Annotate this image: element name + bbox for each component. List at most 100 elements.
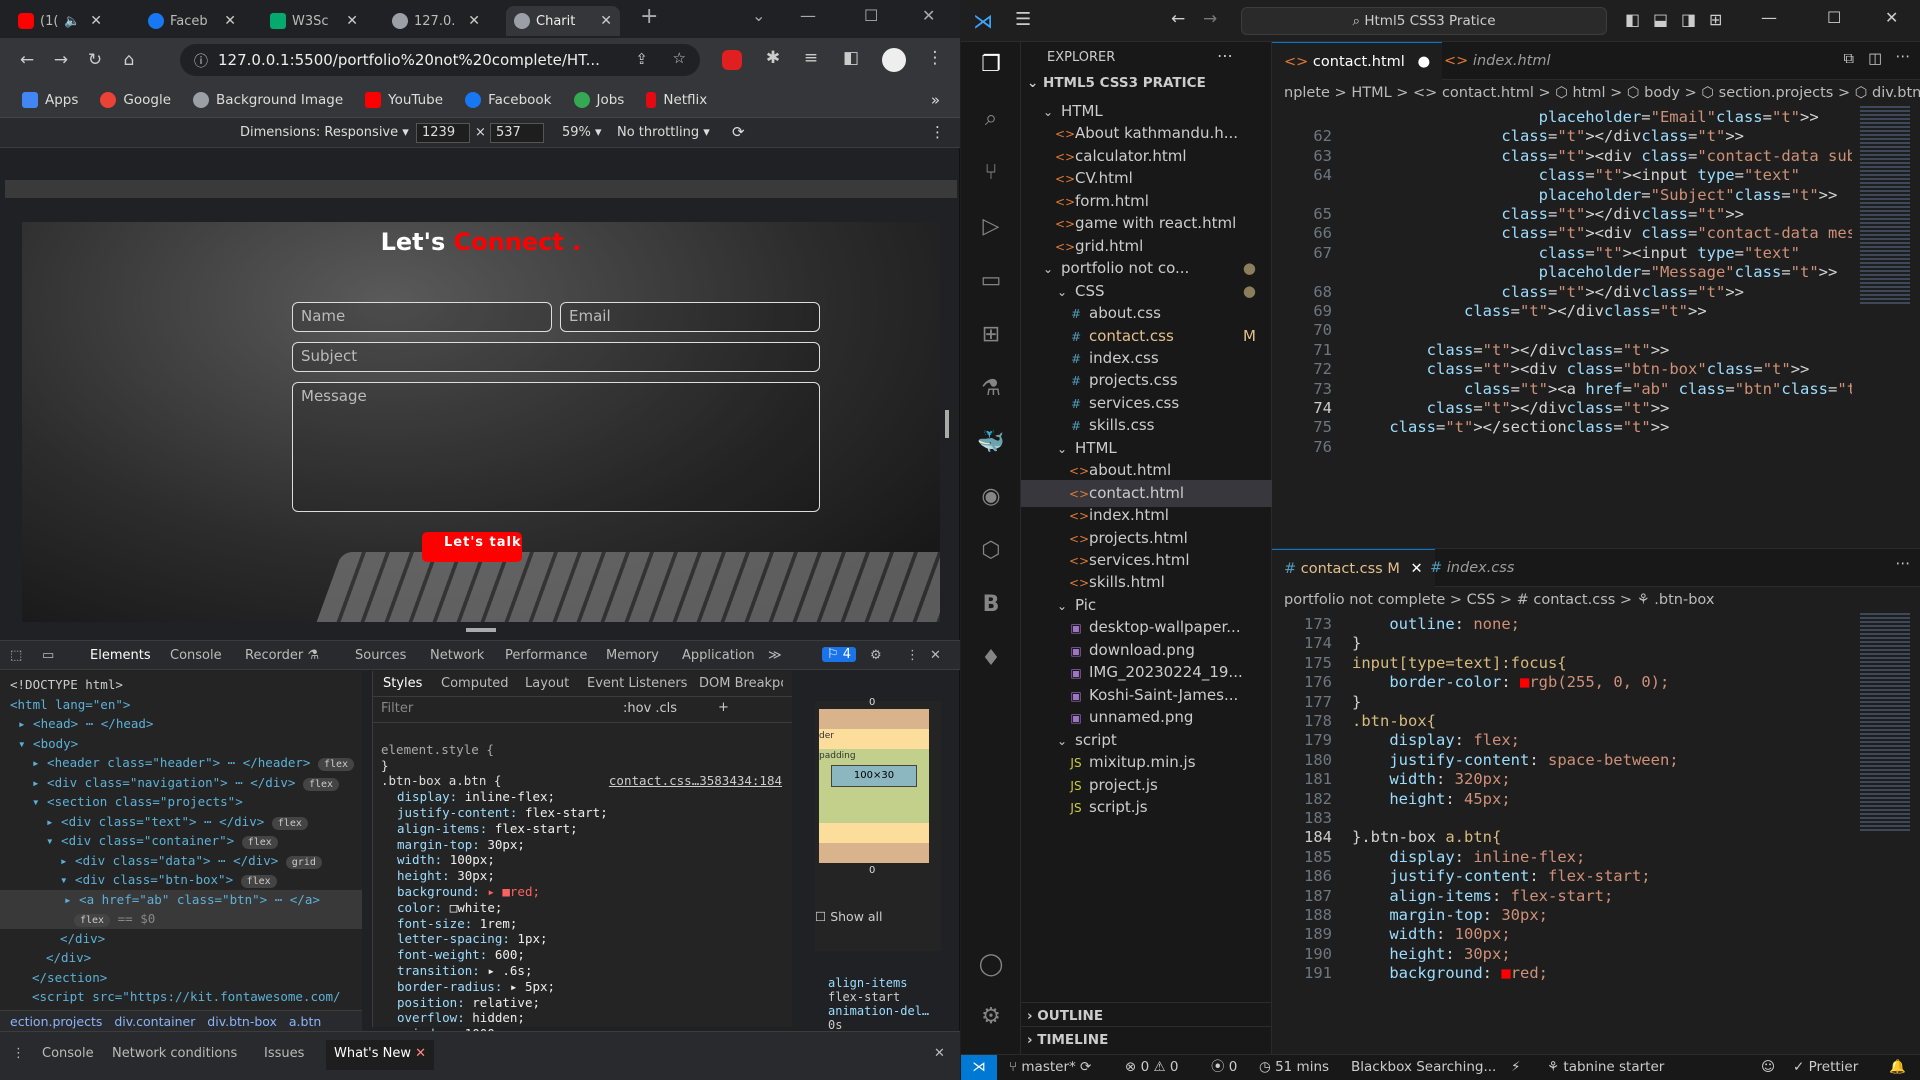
blackbox-status[interactable]: Blackbox Searching... (1351, 1055, 1496, 1079)
code-line[interactable]: 67 class="t"><input type="text" (1272, 242, 1852, 262)
flex-badge[interactable]: flex (241, 836, 278, 849)
computed-prop[interactable]: animation-del… (828, 1004, 948, 1018)
css-prop-value[interactable]: 30px; (457, 868, 495, 883)
code-line[interactable]: 70 (1272, 319, 1852, 339)
css-property-row[interactable]: justify-content: flex-start; (381, 805, 784, 821)
adblock-extension-icon[interactable] (722, 50, 742, 70)
tab-sources[interactable]: Sources (355, 648, 406, 663)
code-line[interactable]: 75 class="t"></sectionclass="t">> (1272, 416, 1852, 436)
css-property-row[interactable]: color: □white; (381, 900, 784, 916)
css-property-row[interactable]: letter-spacing: 1px; (381, 931, 784, 947)
close-drawer-tab-icon[interactable]: ✕ (415, 1046, 426, 1061)
code-line[interactable]: 71 class="t"></divclass="t">> (1272, 339, 1852, 359)
site-info-icon[interactable]: ⓘ (194, 51, 208, 71)
computed-prop[interactable]: align-items (828, 976, 948, 990)
css-prop-name[interactable]: transition: (397, 963, 487, 978)
css-prop-value[interactable]: flex-start; (495, 821, 578, 836)
browser-tab-w3schools[interactable]: W3Sc ✕ (262, 6, 366, 36)
code-line[interactable]: 173 outline: none; (1272, 613, 1852, 633)
device-toggle-icon[interactable]: ▭ (42, 648, 54, 663)
zoom-select[interactable]: 59% ▾ (562, 125, 602, 140)
notifications-bell-icon[interactable]: 🔔 (1889, 1055, 1906, 1079)
address-bar[interactable]: ⓘ 127.0.0.1:5500/portfolio%20not%20compl… (180, 44, 700, 76)
bookmark-google[interactable]: Google (100, 91, 171, 108)
flex-badge[interactable]: flex (317, 758, 355, 771)
bookmark-apps[interactable]: Apps (22, 91, 78, 108)
editor-tab-contact-css[interactable]: # contact.css M ✕ (1272, 549, 1435, 587)
drawer-tab-console[interactable]: Console (42, 1046, 94, 1061)
css-prop-value[interactable]: inline-flex; (465, 789, 555, 804)
css-prop-value[interactable]: relative; (472, 995, 540, 1010)
dom-node[interactable]: ▸ <div class="navigation"> ⋯ </div> flex (10, 773, 362, 793)
css-prop-name[interactable]: background: (397, 884, 487, 899)
tab-styles[interactable]: Styles (383, 676, 422, 691)
browser-tab-localhost[interactable]: 127.0. ✕ (384, 6, 488, 36)
editor-more-icon[interactable]: ⋯ (1896, 49, 1911, 65)
css-property-row[interactable]: margin-top: 30px; (381, 837, 784, 853)
close-tab-icon[interactable]: ✕ (346, 13, 358, 29)
chrome-menu-icon[interactable]: ⋮ (918, 48, 952, 68)
viewport-width-input[interactable]: 1239 (416, 123, 470, 143)
code-line[interactable]: 188 margin-top: 30px; (1272, 904, 1852, 924)
code-line[interactable]: 182 height: 45px; (1272, 788, 1852, 808)
minimap[interactable] (1860, 613, 1910, 833)
toggle-panel-icon[interactable]: ⬓ (1653, 10, 1668, 29)
more-bookmarks-button[interactable]: » (931, 91, 940, 109)
cube-extension-icon[interactable]: ⬡ (976, 538, 1006, 568)
tree-file[interactable]: JS script.js (1021, 794, 1272, 821)
code-line[interactable]: 177} (1272, 691, 1852, 711)
github-icon[interactable]: ◉ (976, 484, 1006, 514)
tab-elements[interactable]: Elements (90, 648, 151, 663)
bookmark-netflix[interactable]: Netflix (646, 91, 707, 108)
media-control-icon[interactable]: ≡ (794, 48, 828, 68)
tab-event-listeners[interactable]: Event Listeners (587, 676, 687, 691)
code-line[interactable]: 178 .btn-box{ (1272, 710, 1852, 730)
filter-input[interactable]: Filter (381, 701, 413, 716)
command-center-search[interactable]: ⌕ Html5 CSS3 Pratice (1241, 7, 1607, 35)
ports-counter[interactable]: ⦿ 0 (1211, 1055, 1237, 1079)
tab-recorder[interactable]: Recorder ⚗ (245, 648, 319, 663)
flex-badge[interactable]: flex (271, 816, 308, 830)
tab-memory[interactable]: Memory (606, 648, 659, 663)
side-panel-icon[interactable]: ◧ (834, 48, 868, 68)
browser-tab-facebook[interactable]: Faceb ✕ (140, 6, 244, 36)
dom-node[interactable]: ▸ <head> ⋯ </head> (10, 714, 362, 734)
code-line[interactable]: 187 align-items: flex-start; (1272, 885, 1852, 905)
close-window-button[interactable]: ✕ (1885, 8, 1898, 27)
css-property-row[interactable]: font-weight: 600; (381, 947, 784, 963)
code-line[interactable]: 62 class="t"></divclass="t">> (1272, 125, 1852, 145)
code-line[interactable]: 74 class="t"></divclass="t">> (1272, 397, 1852, 417)
browser-tab-youtube[interactable]: (1( 🔈 ✕ (10, 6, 110, 36)
code-line[interactable]: 73 class="t"><a href="ab" class="btn"cla… (1272, 378, 1852, 398)
lightning-icon[interactable]: ⚡ (1511, 1055, 1520, 1079)
accounts-icon[interactable]: ◯ (976, 952, 1006, 982)
maximize-button[interactable]: ☐ (864, 6, 878, 25)
settings-gear-icon[interactable]: ⚙ (870, 648, 882, 663)
code-line[interactable]: placeholder="Subject"class="t">> (1272, 184, 1852, 204)
viewport-resize-handle-right[interactable] (945, 410, 949, 438)
css-prop-value[interactable]: 600; (495, 947, 525, 962)
close-devtools-icon[interactable]: ✕ (930, 648, 941, 663)
element-style-selector[interactable]: element.style { (381, 742, 494, 757)
crumb-item[interactable]: div.container (114, 1014, 195, 1029)
css-property-row[interactable]: width: 100px; (381, 852, 784, 868)
viewport-resize-handle-bottom[interactable] (466, 628, 496, 632)
crumb-item[interactable]: a.btn (289, 1014, 321, 1029)
code-line[interactable]: placeholder="Message"class="t">> (1272, 261, 1852, 281)
crumb-item[interactable]: div.btn-box (207, 1014, 277, 1029)
manage-gear-icon[interactable]: ⚙ (976, 1004, 1006, 1034)
code-line[interactable]: 191 background: ■red; (1272, 962, 1852, 982)
bookmark-jobs[interactable]: Jobs (573, 91, 624, 108)
explorer-files-icon[interactable]: ❐ (976, 52, 1006, 82)
drawer-tab-issues[interactable]: Issues (264, 1046, 304, 1061)
code-css[interactable]: 173 outline: none; 174} 175 input[type=text… (1272, 613, 1852, 1055)
dom-node[interactable]: </section> (10, 968, 362, 988)
mongodb-leaf-icon[interactable]: ♦ (976, 646, 1006, 676)
css-property-row[interactable]: font-size: 1rem; (381, 916, 784, 932)
dom-node[interactable]: <script src="https://kit.fontawesome.com… (10, 987, 362, 1007)
email-input[interactable]: Email (560, 302, 820, 332)
remote-indicator-icon[interactable]: ⋊ (961, 1055, 997, 1080)
testing-flask-icon[interactable]: ⚗ (976, 376, 1006, 406)
css-prop-name[interactable]: position: (397, 995, 472, 1010)
dom-node[interactable]: <html lang="en"> (10, 695, 362, 715)
